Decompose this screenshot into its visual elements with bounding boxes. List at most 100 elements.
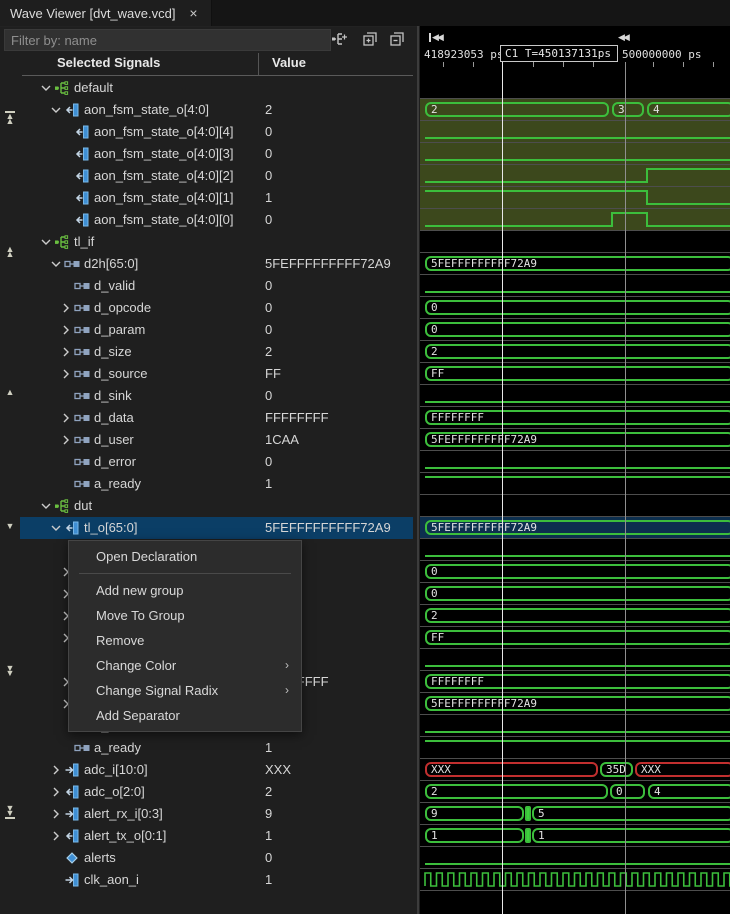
tree-signal-row[interactable]: d_param 0: [20, 319, 413, 341]
tree-signal-row[interactable]: clk_aon_i 1: [20, 869, 413, 891]
tree-signal-row[interactable]: a_ready 1: [20, 473, 413, 495]
tree-signal-row[interactable]: d_data FFFFFFFF: [20, 407, 413, 429]
next-group-marker[interactable]: ▼ ▼: [3, 664, 17, 678]
wave-row[interactable]: [420, 847, 730, 869]
wave-row[interactable]: [420, 231, 730, 253]
wave-row[interactable]: 5FEFFFFFFFFF72A9: [420, 693, 730, 715]
chevron-right-icon[interactable]: [58, 300, 74, 316]
wave-row[interactable]: [420, 451, 730, 473]
chevron-down-icon[interactable]: [38, 234, 54, 250]
waveform-panel[interactable]: ◀◀ ◀◀ 418923053 ps C1 T=450137131ps 5000…: [420, 26, 730, 914]
menu-item-change-color[interactable]: Change Color ›: [69, 653, 301, 678]
wave-row[interactable]: 2: [420, 341, 730, 363]
chevron-down-icon[interactable]: [48, 102, 64, 118]
wave-row[interactable]: [420, 649, 730, 671]
wave-row[interactable]: 0: [420, 561, 730, 583]
wave-row[interactable]: 11: [420, 825, 730, 847]
tree-signal-row[interactable]: aon_fsm_state_o[4:0] 2: [20, 99, 413, 121]
cursor-time-box[interactable]: C1 T=450137131ps: [500, 45, 618, 62]
tree-signal-row[interactable]: aon_fsm_state_o[4:0][4] 0: [20, 121, 413, 143]
wave-row[interactable]: [420, 473, 730, 495]
tree-signal-row[interactable]: a_ready 1: [20, 737, 413, 759]
wave-row[interactable]: 2: [420, 605, 730, 627]
wave-row[interactable]: 5FEFFFFFFFFF72A9: [420, 517, 730, 539]
wave-row[interactable]: FF: [420, 363, 730, 385]
tree-group-row[interactable]: default: [20, 77, 413, 99]
chevron-right-icon[interactable]: [48, 762, 64, 778]
chevron-down-icon[interactable]: [48, 520, 64, 536]
tree-signal-row[interactable]: d2h[65:0] 5FEFFFFFFFFF72A9: [20, 253, 413, 275]
tree-signal-row[interactable]: alerts 0: [20, 847, 413, 869]
chevron-down-icon[interactable]: [38, 498, 54, 514]
wave-row[interactable]: XXX 35D XXX: [420, 759, 730, 781]
menu-item-remove[interactable]: Remove: [69, 628, 301, 653]
rewind-icon[interactable]: ◀◀: [618, 32, 630, 42]
wave-row[interactable]: FFFFFFFF: [420, 407, 730, 429]
wave-row[interactable]: 95: [420, 803, 730, 825]
wave-row[interactable]: FF: [420, 627, 730, 649]
tree-signal-row[interactable]: d_opcode 0: [20, 297, 413, 319]
menu-item-add-new-group[interactable]: Add new group: [69, 578, 301, 603]
wave-row[interactable]: [420, 165, 730, 187]
wave-row[interactable]: FFFFFFFF: [420, 671, 730, 693]
tree-signal-row[interactable]: adc_i[10:0] XXX: [20, 759, 413, 781]
panel-splitter[interactable]: [417, 26, 419, 914]
wave-row[interactable]: 5FEFFFFFFFFF72A9: [420, 429, 730, 451]
tree-signal-row[interactable]: d_size 2: [20, 341, 413, 363]
next-marker[interactable]: ▼: [3, 522, 17, 531]
wave-row[interactable]: [420, 187, 730, 209]
wave-row[interactable]: 0: [420, 319, 730, 341]
tree-group-row[interactable]: tl_if: [20, 231, 413, 253]
tree-signal-row[interactable]: tl_o[65:0] 5FEFFFFFFFFF72A9: [20, 517, 413, 539]
wave-row[interactable]: [420, 737, 730, 759]
tree-signal-row[interactable]: aon_fsm_state_o[4:0][1] 1: [20, 187, 413, 209]
chevron-right-icon[interactable]: [58, 432, 74, 448]
menu-item-open-declaration[interactable]: Open Declaration: [69, 544, 301, 569]
tree-signal-row[interactable]: d_source FF: [20, 363, 413, 385]
wave-row[interactable]: [420, 121, 730, 143]
tree-signal-row[interactable]: d_sink 0: [20, 385, 413, 407]
tree-signal-row[interactable]: aon_fsm_state_o[4:0][2] 0: [20, 165, 413, 187]
tree-signal-row[interactable]: alert_rx_i[0:3] 9: [20, 803, 413, 825]
chevron-right-icon[interactable]: [58, 410, 74, 426]
wave-row[interactable]: [420, 209, 730, 231]
wave-row[interactable]: 0: [420, 297, 730, 319]
tree-signal-row[interactable]: d_error 0: [20, 451, 413, 473]
wave-row[interactable]: [420, 715, 730, 737]
wave-row[interactable]: 2 3 4: [420, 99, 730, 121]
chevron-down-icon[interactable]: [38, 80, 54, 96]
wave-row[interactable]: [420, 77, 730, 99]
wave-row[interactable]: 2 0 4: [420, 781, 730, 803]
menu-item-add-separator[interactable]: Add Separator: [69, 703, 301, 728]
chevron-right-icon[interactable]: [58, 344, 74, 360]
marker-line[interactable]: [625, 62, 626, 914]
wave-row[interactable]: [420, 869, 730, 891]
wave-row[interactable]: [420, 385, 730, 407]
wave-row[interactable]: 5FEFFFFFFFFF72A9: [420, 253, 730, 275]
menu-item-change-signal-radix[interactable]: Change Signal Radix ›: [69, 678, 301, 703]
scroll-top-marker[interactable]: ▲ ▲: [3, 111, 17, 126]
tree-signal-row[interactable]: d_user 1CAA: [20, 429, 413, 451]
scroll-bottom-marker[interactable]: ▼ ▼: [3, 804, 17, 819]
wave-row[interactable]: [420, 539, 730, 561]
chevron-right-icon[interactable]: [58, 366, 74, 382]
chevron-right-icon[interactable]: [48, 828, 64, 844]
go-to-start-icon[interactable]: ◀◀: [429, 32, 444, 42]
chevron-right-icon[interactable]: [48, 806, 64, 822]
wave-row[interactable]: [420, 143, 730, 165]
chevron-down-icon[interactable]: [48, 256, 64, 272]
chevron-right-icon[interactable]: [48, 784, 64, 800]
chevron-right-icon[interactable]: [58, 322, 74, 338]
cursor-line[interactable]: [502, 62, 503, 914]
tree-signal-row[interactable]: alert_tx_o[0:1] 1: [20, 825, 413, 847]
tree-group-row[interactable]: dut: [20, 495, 413, 517]
wave-row[interactable]: [420, 275, 730, 297]
prev-marker[interactable]: ▲: [3, 388, 17, 397]
prev-group-marker[interactable]: ▲ ▲: [3, 245, 17, 259]
wave-row[interactable]: 0: [420, 583, 730, 605]
tree-signal-row[interactable]: d_valid 0: [20, 275, 413, 297]
tree-signal-row[interactable]: aon_fsm_state_o[4:0][3] 0: [20, 143, 413, 165]
wave-row[interactable]: [420, 495, 730, 517]
menu-item-move-to-group[interactable]: Move To Group: [69, 603, 301, 628]
tree-signal-row[interactable]: adc_o[2:0] 2: [20, 781, 413, 803]
